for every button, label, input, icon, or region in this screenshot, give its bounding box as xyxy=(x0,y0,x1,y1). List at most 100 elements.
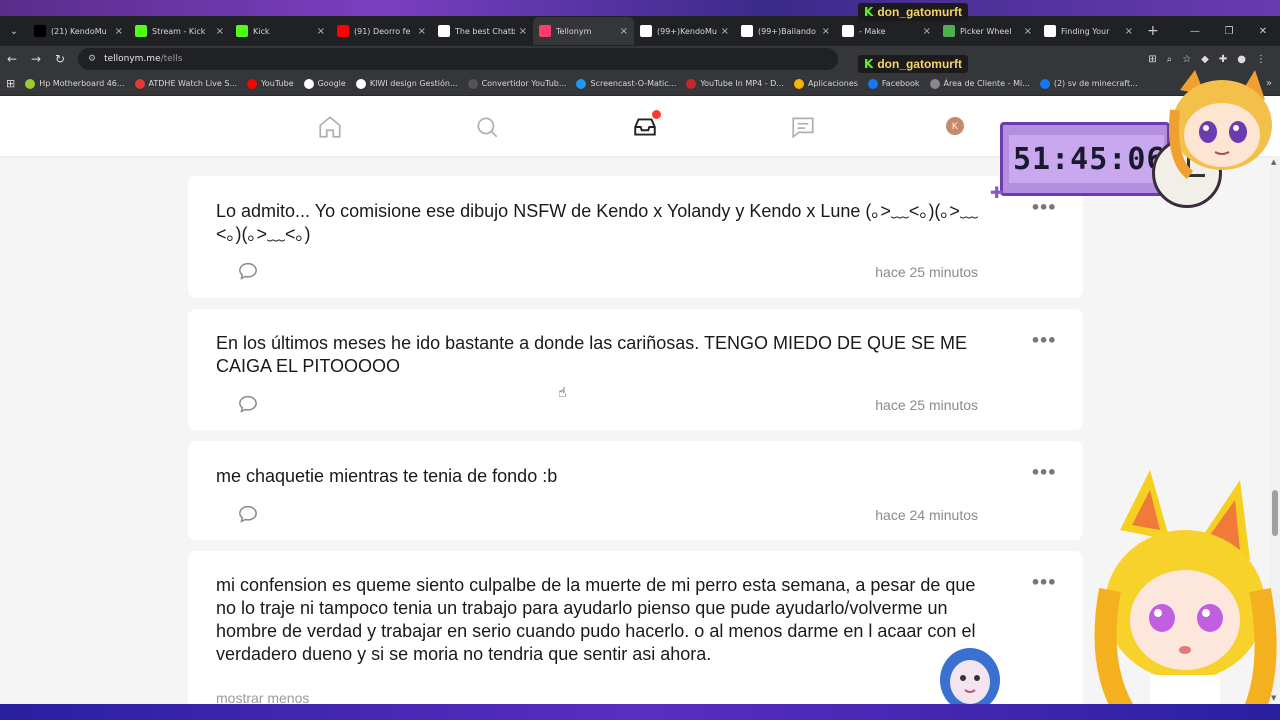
home-icon[interactable] xyxy=(316,113,344,141)
bookmark-item[interactable]: YouTube xyxy=(247,78,294,89)
tell-text: Lo admito... Yo comisione ese dibujo NSF… xyxy=(216,201,978,244)
reply-bubble-icon[interactable] xyxy=(238,505,258,527)
kick-logo-icon: K xyxy=(864,5,874,19)
tab-label: Picker Wheel xyxy=(960,26,1012,36)
bookmark-label: ATDHE Watch Live S... xyxy=(148,79,238,88)
bookmark-item[interactable]: Google xyxy=(303,78,346,89)
tab-label: The best Chatb xyxy=(455,26,515,36)
site-info-icon[interactable]: ⚙ xyxy=(88,54,96,64)
back-icon[interactable]: ← xyxy=(0,52,24,66)
browser-tab[interactable]: Picker Wheel × xyxy=(937,17,1038,45)
kick-user-badge: K don_gatomurft xyxy=(858,55,968,73)
browser-tab[interactable]: Stream - Kick × xyxy=(129,17,230,45)
close-window-icon[interactable]: ✕ xyxy=(1246,26,1280,37)
reply-bubble-icon[interactable] xyxy=(238,262,258,284)
close-tab-icon[interactable]: × xyxy=(1024,26,1032,37)
bookmark-item[interactable]: Aplicaciones xyxy=(793,78,858,89)
mouse-cursor-icon: ☝ xyxy=(558,385,567,401)
browser-tab[interactable]: Finding Your × xyxy=(1038,17,1139,45)
more-options-icon[interactable]: ••• xyxy=(1030,331,1057,350)
forward-icon[interactable]: → xyxy=(24,52,48,66)
tell-timestamp: hace 25 minutos xyxy=(875,397,978,413)
more-options-icon[interactable]: ••• xyxy=(1030,198,1057,217)
kick-username: don_gatomurft xyxy=(877,57,962,71)
kick-username: don_gatomurft xyxy=(877,5,962,19)
browser-toolbar: ← → ↻ ⚙ tellonym.me /tells ⊞ ⌕ ☆ ◆ ✚ ● ⋮ xyxy=(0,46,1280,72)
apps-grid-icon[interactable]: ⊞ xyxy=(6,77,15,90)
new-tab-button[interactable]: + xyxy=(1139,23,1167,39)
browser-tab[interactable]: (21) KendoMu × xyxy=(28,17,129,45)
close-tab-icon[interactable]: × xyxy=(115,26,123,37)
translate-icon[interactable]: ⊞ xyxy=(1148,54,1156,65)
bookmark-favicon-icon xyxy=(1039,78,1050,89)
bookmark-label: YouTube In MP4 - D... xyxy=(700,79,784,88)
menu-icon[interactable]: ⋮ xyxy=(1256,54,1266,65)
browser-tab[interactable]: The best Chatb × xyxy=(432,17,533,45)
tiktok-icon xyxy=(842,25,854,37)
close-tab-icon[interactable]: × xyxy=(418,26,426,37)
chat-icon[interactable] xyxy=(789,113,817,141)
browser-tab[interactable]: (91) Deorro fe × xyxy=(331,17,432,45)
bookmark-item[interactable]: Área de Cliente - Mi... xyxy=(929,78,1030,89)
bookmark-favicon-icon xyxy=(867,78,878,89)
bookmark-label: Facebook xyxy=(881,79,920,88)
bookmark-label: YouTube xyxy=(261,79,294,88)
profile-icon[interactable]: ● xyxy=(1237,54,1246,65)
bookmark-item[interactable]: Convertidor YouTub... xyxy=(467,78,566,89)
more-options-icon[interactable]: ••• xyxy=(1030,463,1057,482)
kick-logo-icon: K xyxy=(864,57,874,71)
bookmark-item[interactable]: Facebook xyxy=(867,78,920,89)
bookmark-item[interactable]: KIWI design Gestión... xyxy=(355,78,458,89)
zoom-icon[interactable]: ⌕ xyxy=(1167,54,1173,65)
close-tab-icon[interactable]: × xyxy=(822,26,830,37)
notification-dot xyxy=(652,110,661,119)
browser-tab[interactable]: - Make × xyxy=(836,17,937,45)
close-tab-icon[interactable]: × xyxy=(519,26,527,37)
tell-timestamp: hace 25 minutos xyxy=(875,264,978,280)
browser-tab[interactable]: Tellonym × xyxy=(533,17,634,45)
vtuber-avatar-top xyxy=(1169,70,1272,179)
extension-icon[interactable]: ◆ xyxy=(1201,54,1209,65)
close-tab-icon[interactable]: × xyxy=(1125,26,1133,37)
youtube-icon xyxy=(337,25,349,37)
tiktok-icon xyxy=(640,25,652,37)
window-controls: — ❐ ✕ xyxy=(1178,16,1280,46)
bookmark-item[interactable]: Screencast-O-Matic... xyxy=(576,78,677,89)
tell-timestamp: hace 24 minutos xyxy=(875,507,978,523)
reply-bubble-icon[interactable] xyxy=(238,395,258,417)
more-options-icon[interactable]: ••• xyxy=(1030,573,1057,592)
bookmark-item[interactable]: ATDHE Watch Live S... xyxy=(134,78,238,89)
bookmark-favicon-icon xyxy=(355,78,366,89)
show-less-link[interactable]: mostrar menos xyxy=(216,690,309,704)
bookmark-label: Área de Cliente - Mi... xyxy=(943,79,1030,88)
browser-tab[interactable]: Kick × xyxy=(230,17,331,45)
bookmark-label: Hp Motherboard 46... xyxy=(39,79,125,88)
bookmark-item[interactable]: Hp Motherboard 46... xyxy=(25,78,125,89)
stream-timer: 51:45:06 xyxy=(1000,122,1170,196)
tab-label: - Make xyxy=(859,26,886,36)
maximize-icon[interactable]: ❐ xyxy=(1212,26,1246,37)
close-tab-icon[interactable]: × xyxy=(216,26,224,37)
browser-tab[interactable]: (99+)KendoMu × xyxy=(634,17,735,45)
inbox-icon[interactable] xyxy=(631,110,661,141)
tab-label: (21) KendoMu xyxy=(51,26,107,36)
reload-icon[interactable]: ↻ xyxy=(48,52,72,66)
close-tab-icon[interactable]: × xyxy=(317,26,325,37)
bookmark-label: Screencast-O-Matic... xyxy=(590,79,677,88)
browser-tab[interactable]: (99+)Bailando × xyxy=(735,17,836,45)
bookmark-star-icon[interactable]: ☆ xyxy=(1182,54,1191,65)
minimize-icon[interactable]: — xyxy=(1178,26,1212,37)
extensions-puzzle-icon[interactable]: ✚ xyxy=(1219,54,1227,65)
close-tab-icon[interactable]: × xyxy=(620,26,628,37)
bookmark-item[interactable]: (2) sv de minecraft... xyxy=(1039,78,1138,89)
address-bar[interactable]: ⚙ tellonym.me /tells xyxy=(78,48,838,70)
tell-text: mi confension es queme siento culpalbe d… xyxy=(216,575,976,664)
profile-avatar[interactable]: K xyxy=(946,117,964,135)
tab-search-icon[interactable]: ⌄ xyxy=(0,26,28,37)
vtuber-avatar-bottom xyxy=(1094,470,1277,720)
bookmark-favicon-icon xyxy=(134,78,145,89)
close-tab-icon[interactable]: × xyxy=(923,26,931,37)
close-tab-icon[interactable]: × xyxy=(721,26,729,37)
search-icon[interactable] xyxy=(473,113,501,141)
bookmark-item[interactable]: YouTube In MP4 - D... xyxy=(686,78,784,89)
